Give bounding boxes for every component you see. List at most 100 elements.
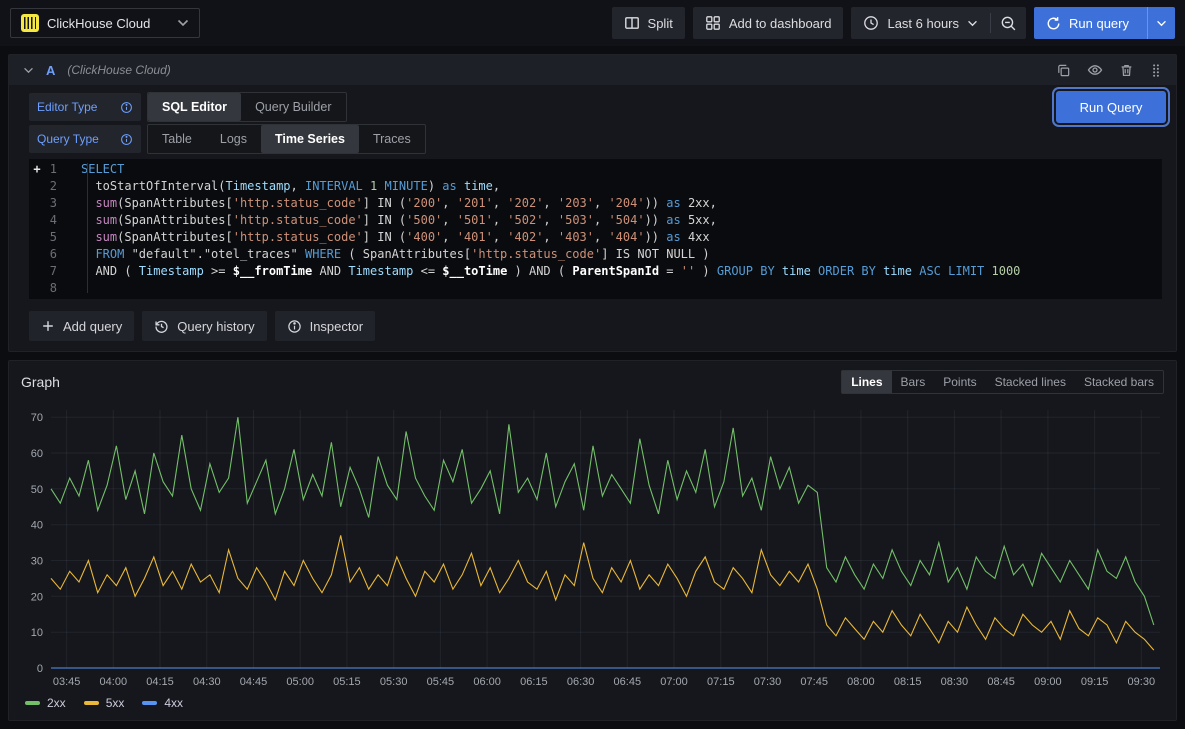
split-button[interactable]: Split [612, 7, 685, 39]
legend-dash-5xx [84, 701, 99, 705]
datasource-name: ClickHouse Cloud [47, 16, 169, 31]
editor-run-query-button[interactable]: Run Query [1056, 91, 1166, 123]
svg-text:08:00: 08:00 [847, 676, 875, 688]
svg-text:07:45: 07:45 [800, 676, 828, 688]
zoom-out-icon [1000, 15, 1017, 32]
draw-mode-group: Lines Bars Points Stacked lines Stacked … [841, 370, 1164, 394]
chart-area[interactable]: 01020304050607003:4504:0004:1504:3004:45… [9, 398, 1176, 692]
sync-icon [1046, 16, 1061, 31]
svg-text:08:15: 08:15 [894, 676, 922, 688]
time-range-caret-icon [967, 20, 978, 27]
indent-guide [87, 163, 88, 293]
svg-text:04:45: 04:45 [240, 676, 268, 688]
mode-stacked-lines[interactable]: Stacked lines [986, 371, 1075, 393]
legend-dash-4xx [142, 701, 157, 705]
legend-label-5xx: 5xx [106, 696, 125, 710]
query-type-group: Table Logs Time Series Traces [147, 124, 426, 154]
svg-text:04:00: 04:00 [100, 676, 128, 688]
query-history-label: Query history [177, 319, 254, 334]
graph-panel-header: Graph Lines Bars Points Stacked lines St… [9, 361, 1176, 398]
zoom-out-button[interactable] [991, 7, 1026, 39]
svg-text:09:00: 09:00 [1034, 676, 1062, 688]
svg-text:0: 0 [37, 663, 43, 675]
svg-text:05:00: 05:00 [286, 676, 314, 688]
svg-text:07:00: 07:00 [660, 676, 688, 688]
editor-type-row: Editor Type SQL Editor Query Builder [29, 93, 1166, 121]
legend-label-4xx: 4xx [164, 696, 183, 710]
info-icon[interactable] [120, 101, 133, 114]
legend-item-2xx[interactable]: 2xx [25, 696, 66, 710]
inspector-label: Inspector [310, 319, 363, 334]
query-history-button[interactable]: Query history [142, 311, 266, 341]
mode-lines[interactable]: Lines [842, 371, 891, 393]
sql-line: 3 sum(SpanAttributes['http.status_code']… [29, 195, 1162, 212]
query-row-body: Editor Type SQL Editor Query Builder Que… [9, 85, 1176, 351]
svg-text:08:45: 08:45 [987, 676, 1015, 688]
query-ref-id: A [46, 63, 55, 78]
query-type-row: Query Type Table Logs Time Series Traces [29, 125, 1166, 153]
info-icon[interactable] [120, 133, 133, 146]
legend-item-4xx[interactable]: 4xx [142, 696, 183, 710]
chart-svg[interactable]: 01020304050607003:4504:0004:1504:3004:45… [17, 400, 1168, 692]
svg-text:20: 20 [31, 591, 43, 603]
query-editor-section: A (ClickHouse Cloud) Editor Type [8, 54, 1177, 352]
legend-item-5xx[interactable]: 5xx [84, 696, 125, 710]
svg-text:10: 10 [31, 627, 43, 639]
time-picker-group: Last 6 hours [851, 7, 1026, 39]
svg-text:09:15: 09:15 [1081, 676, 1109, 688]
chevron-down-icon [177, 19, 189, 27]
svg-text:05:30: 05:30 [380, 676, 408, 688]
svg-text:04:30: 04:30 [193, 676, 221, 688]
hide-response-eye-icon[interactable] [1087, 62, 1103, 78]
run-query-main: Run query [1034, 7, 1139, 39]
datasource-picker[interactable]: ClickHouse Cloud [10, 8, 200, 38]
sql-line: 8 [29, 280, 1162, 297]
duplicate-query-icon[interactable] [1056, 63, 1071, 78]
drag-handle-icon[interactable] [1150, 63, 1162, 78]
svg-text:06:30: 06:30 [567, 676, 595, 688]
sql-line: 6 FROM "default"."otel_traces" WHERE ( S… [29, 246, 1162, 263]
svg-text:06:00: 06:00 [473, 676, 501, 688]
time-range-button[interactable]: Last 6 hours [851, 7, 990, 39]
svg-text:07:30: 07:30 [754, 676, 782, 688]
mode-points[interactable]: Points [934, 371, 985, 393]
run-query-button[interactable]: Run query [1034, 7, 1175, 39]
sql-line: +1SELECT [29, 161, 1162, 178]
query-row-header[interactable]: A (ClickHouse Cloud) [9, 55, 1176, 85]
svg-text:05:45: 05:45 [427, 676, 455, 688]
topbar-actions: Split Add to dashboard Last 6 hours [612, 7, 1175, 39]
tab-logs[interactable]: Logs [206, 125, 261, 153]
sql-line: 7 AND ( Timestamp >= $__fromTime AND Tim… [29, 263, 1162, 280]
svg-text:70: 70 [31, 412, 43, 424]
sql-editor[interactable]: +1SELECT2 toStartOfInterval(Timestamp, I… [29, 159, 1162, 299]
chart-legend: 2xx 5xx 4xx [9, 692, 1176, 720]
inspector-button[interactable]: Inspector [275, 311, 375, 341]
clock-icon [863, 15, 879, 31]
add-to-dashboard-button[interactable]: Add to dashboard [693, 7, 844, 39]
delete-query-trash-icon[interactable] [1119, 63, 1134, 78]
add-query-button[interactable]: Add query [29, 311, 134, 341]
sql-line: 2 toStartOfInterval(Timestamp, INTERVAL … [29, 178, 1162, 195]
option-query-builder[interactable]: Query Builder [241, 93, 345, 121]
split-icon [624, 15, 640, 31]
mode-bars[interactable]: Bars [892, 371, 935, 393]
apps-grid-icon [705, 15, 721, 31]
topbar: ClickHouse Cloud Split Add to dashboard … [0, 0, 1185, 46]
svg-text:07:15: 07:15 [707, 676, 735, 688]
collapse-chevron-icon[interactable] [23, 67, 34, 74]
run-query-label: Run query [1069, 16, 1129, 31]
tab-traces[interactable]: Traces [359, 125, 425, 153]
query-actions-row: Add query Query history Inspector [29, 311, 1166, 341]
mode-stacked-bars[interactable]: Stacked bars [1075, 371, 1163, 393]
svg-text:60: 60 [31, 448, 43, 460]
add-query-label: Add query [63, 319, 122, 334]
tab-table[interactable]: Table [148, 125, 206, 153]
tab-time-series[interactable]: Time Series [261, 125, 359, 153]
run-query-caret[interactable] [1147, 7, 1175, 39]
svg-text:06:45: 06:45 [614, 676, 642, 688]
sql-line: 4 sum(SpanAttributes['http.status_code']… [29, 212, 1162, 229]
sql-line: 5 sum(SpanAttributes['http.status_code']… [29, 229, 1162, 246]
query-datasource-hint: (ClickHouse Cloud) [67, 63, 170, 77]
option-sql-editor[interactable]: SQL Editor [148, 93, 241, 121]
svg-text:50: 50 [31, 484, 43, 496]
